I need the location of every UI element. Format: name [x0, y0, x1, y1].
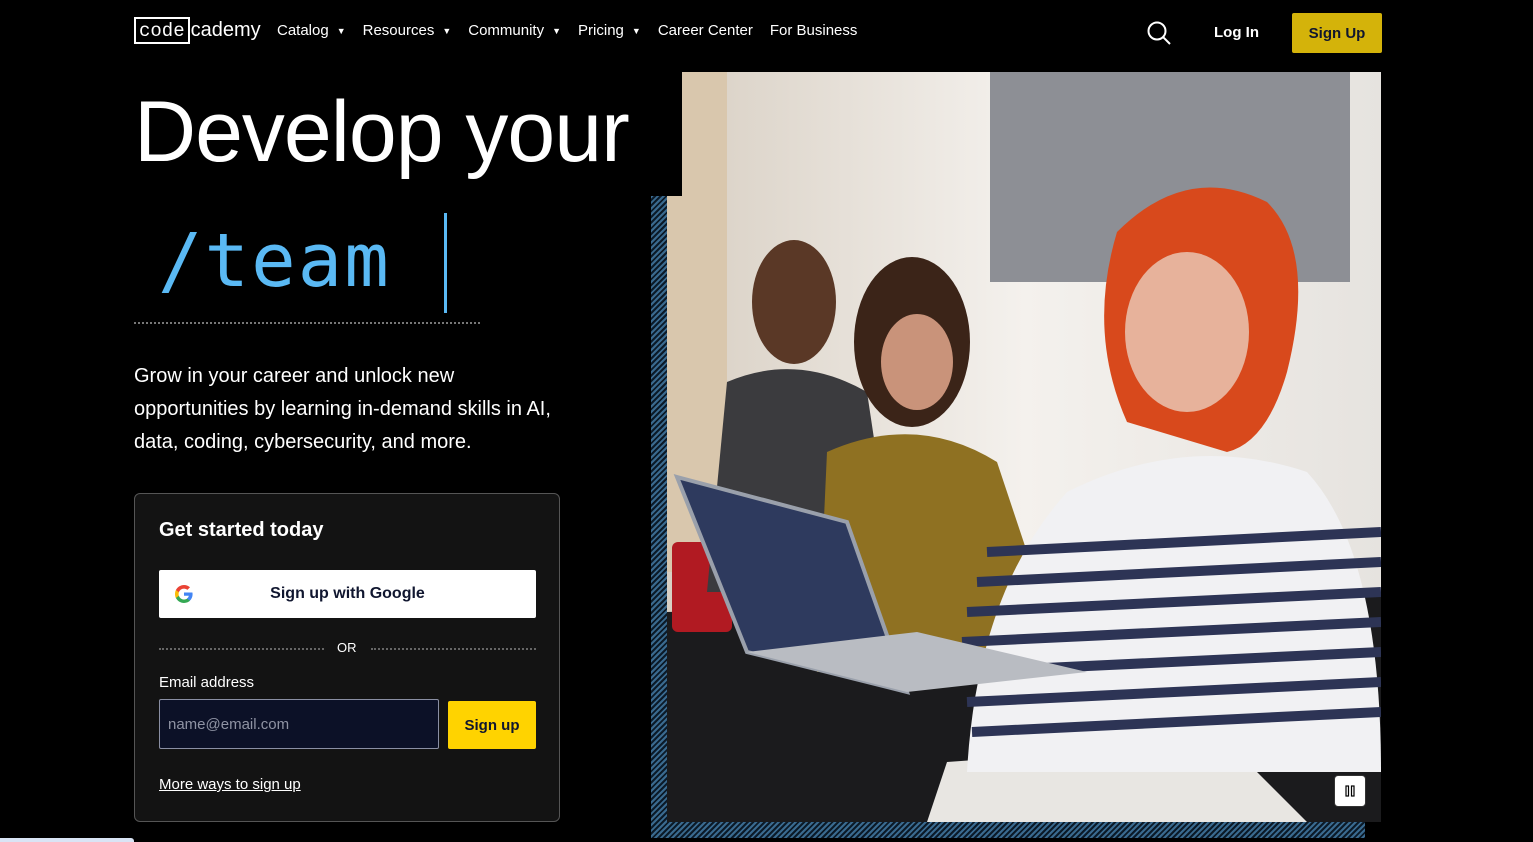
- or-line-right: [371, 648, 536, 650]
- nav-item-catalog[interactable]: Catalog ▼: [277, 22, 346, 39]
- hero-headline: Develop your: [134, 84, 630, 180]
- nav-item-label: Resources: [362, 22, 435, 39]
- or-text: OR: [337, 640, 357, 655]
- hero-subcopy: Grow in your career and unlock new oppor…: [134, 365, 551, 453]
- signup-nav-button[interactable]: Sign Up: [1292, 13, 1382, 53]
- chevron-down-icon: ▼: [552, 25, 562, 36]
- codecademy-logo[interactable]: code cademy: [134, 17, 261, 44]
- nav-item-label: Catalog: [277, 22, 329, 39]
- google-icon: [175, 585, 193, 603]
- logo-code-box: code: [134, 17, 190, 44]
- more-ways-link[interactable]: More ways to sign up: [159, 776, 301, 793]
- card-title: Get started today: [159, 519, 324, 541]
- or-divider: OR: [159, 640, 536, 656]
- hero-photo: [667, 72, 1381, 822]
- top-nav: code cademy Catalog ▼ Resources ▼ Commun…: [0, 0, 1533, 66]
- email-label: Email address: [159, 674, 255, 691]
- email-field[interactable]: [159, 699, 439, 749]
- nav-item-resources[interactable]: Resources ▼: [363, 22, 452, 39]
- nav-item-label: Community: [468, 22, 545, 39]
- pause-icon[interactable]: [1334, 775, 1366, 807]
- nav-item-label: Pricing: [578, 22, 624, 39]
- or-line-left: [159, 648, 324, 650]
- chevron-down-icon: ▼: [631, 25, 641, 36]
- login-link[interactable]: Log In: [1214, 24, 1259, 41]
- typing-cursor: [444, 213, 447, 313]
- nav-item-pricing[interactable]: Pricing ▼: [578, 22, 641, 39]
- nav-links: Catalog ▼ Resources ▼ Community ▼ Pricin…: [277, 22, 874, 39]
- google-button-label: Sign up with Google: [270, 585, 425, 602]
- signup-submit-button[interactable]: Sign up: [448, 701, 536, 749]
- chevron-down-icon: ▼: [442, 25, 452, 36]
- nav-item-for-business[interactable]: For Business: [770, 22, 858, 39]
- logo-cademy-text: cademy: [190, 19, 261, 41]
- bottom-indicator: [0, 838, 134, 842]
- nav-item-career-center[interactable]: Career Center: [658, 22, 753, 39]
- nav-item-label: For Business: [769, 22, 858, 39]
- chevron-down-icon: ▼: [336, 25, 346, 36]
- nav-item-label: Career Center: [657, 22, 753, 39]
- search-icon[interactable]: [1146, 20, 1172, 46]
- hero-typed-word: /team: [158, 218, 391, 304]
- signup-card: Get started today Sign up with Google OR…: [134, 493, 560, 822]
- nav-item-community[interactable]: Community ▼: [468, 22, 561, 39]
- google-signup-button[interactable]: Sign up with Google: [159, 570, 536, 618]
- divider: [134, 322, 480, 324]
